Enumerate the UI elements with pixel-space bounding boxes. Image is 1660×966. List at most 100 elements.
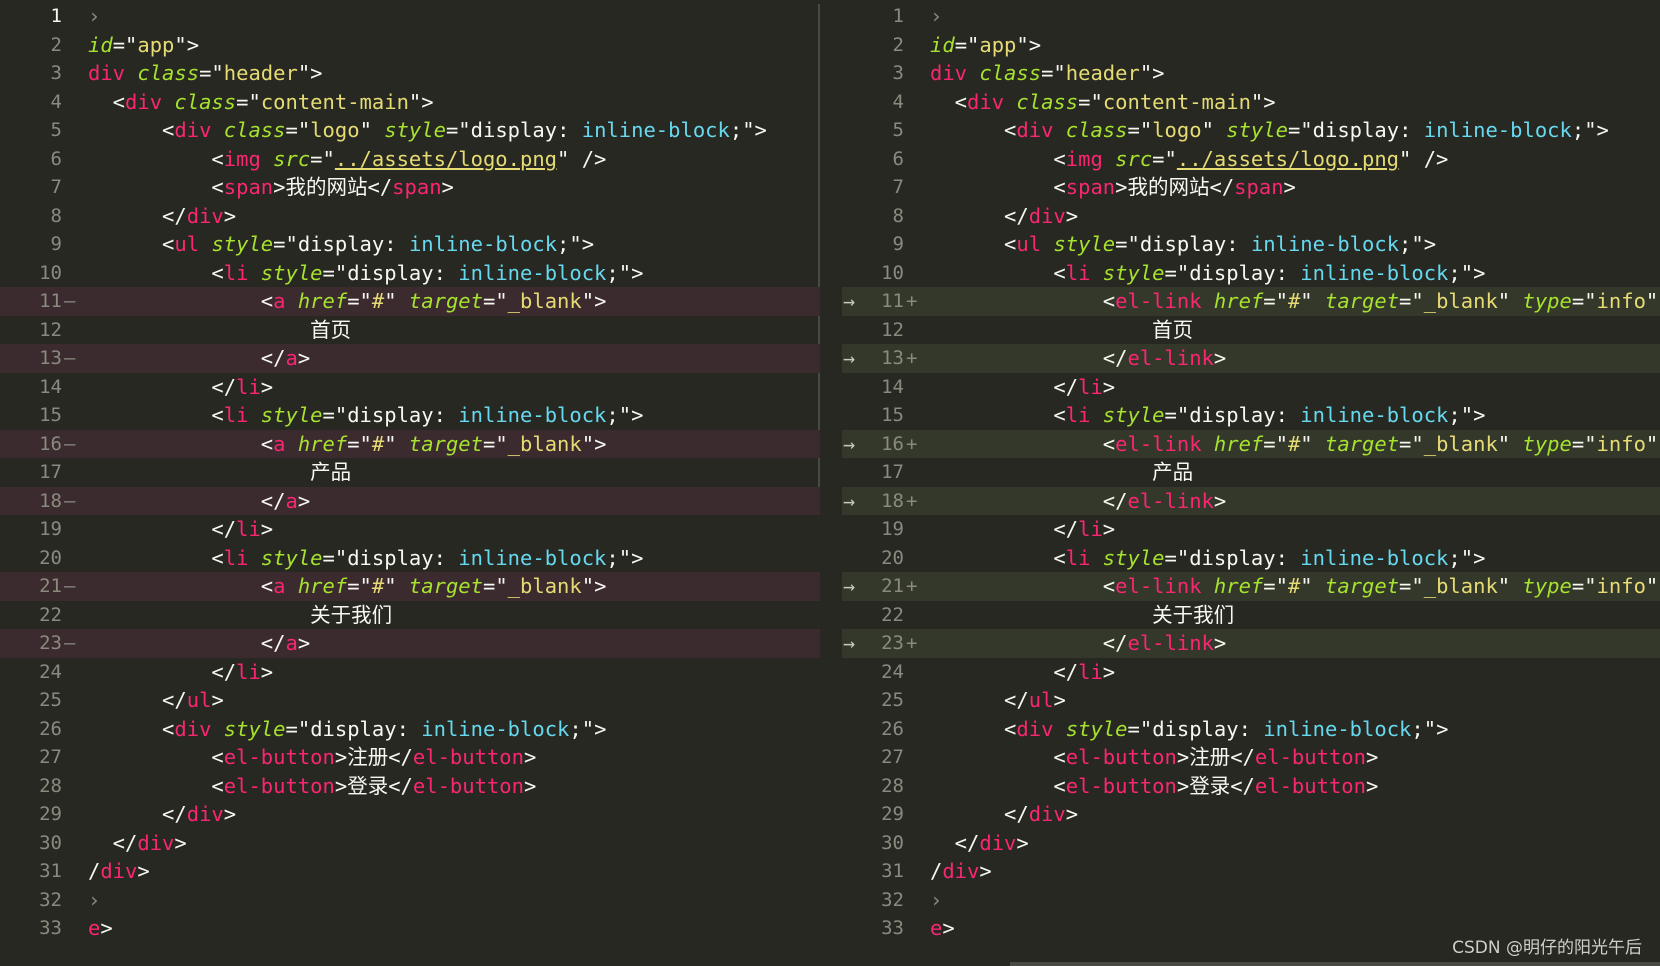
code-line[interactable]: 14 </li> [0,373,820,402]
code-line[interactable]: 6 <img src="../assets/logo.png" /> [0,145,820,174]
code-line[interactable]: 25 </ul> [0,686,820,715]
code-token: 登录 [347,773,389,798]
code-line[interactable]: 27 <el-button>注册</el-button> [842,743,1660,772]
code-line[interactable]: 13— </a> [0,344,820,373]
code-line[interactable]: 2 id="app"> [842,31,1660,60]
code-content: <el-button>登录</el-button> [88,772,536,801]
code-line[interactable]: 15 <li style="display: inline-block;"> [0,401,820,430]
code-line[interactable]: 21 + <el-link href="#" target="_blank" ty… [842,572,1660,601]
code-line[interactable]: 33 e> [0,914,820,943]
code-line[interactable]: 29 </div> [842,800,1660,829]
code-token: inline-block [1300,403,1449,427]
code-content: › [930,886,942,915]
code-line[interactable]: 28 <el-button>登录</el-button> [0,772,820,801]
code-line[interactable]: 18— </a> [0,486,820,515]
code-line[interactable]: 20 <li style="display: inline-block;"> [842,544,1660,573]
code-line[interactable]: 15 <li style="display: inline-block;"> [842,401,1660,430]
code-line[interactable]: 8 </div> [842,202,1660,231]
left-diff-pane[interactable]: 1 › 2 id="app"> 3 div class="header"> 4 <div c… [0,0,820,966]
code-line[interactable]: 29 </div> [0,800,820,829]
code-line[interactable]: 31/div> [0,857,820,886]
code-line[interactable]: 26 <div style="display: inline-block;"> [842,715,1660,744]
code-line[interactable]: 6 <img src="../assets/logo.png" /> [842,145,1660,174]
code-line[interactable]: 27 <el-button>注册</el-button> [0,743,820,772]
code-content: <span>我的网站</span> [88,173,453,202]
code-line[interactable]: 1 › [842,2,1660,31]
code-line[interactable]: 3 div class="header"> [842,59,1660,88]
code-content: e> [88,914,113,943]
code-token: div [186,203,224,228]
code-token: el-link [1127,631,1214,655]
code-line[interactable]: 31/div> [842,857,1660,886]
code-line[interactable]: 7 <span>我的网站</span> [0,173,820,202]
code-line[interactable]: 11 + <el-link href="#" target="_blank" ty… [842,287,1660,316]
code-line[interactable]: 10 <li style="display: inline-block;"> [0,259,820,288]
line-number: 32 [881,888,904,911]
line-number: 33 [39,917,62,939]
code-token: =" [954,32,980,57]
code-line[interactable]: 16— <a href="#" target="_blank"> [0,429,820,458]
merge-arrow-icon[interactable]: → [838,629,860,658]
merge-arrow-icon[interactable]: → [838,487,860,516]
code-line[interactable]: 3 div class="header"> [0,59,820,88]
horizontal-scrollbar[interactable] [1010,962,1660,966]
code-token: </ [88,631,286,655]
code-token: el-link [1127,488,1214,513]
code-token: id [930,32,955,57]
code-line[interactable]: 22 关于我们 [0,601,820,630]
code-line[interactable]: 16 + <el-link href="#" target="_blank" ty… [842,429,1660,458]
code-line[interactable]: 17 产品 [0,458,820,487]
code-line[interactable]: 13 + </el-link> [842,344,1660,373]
merge-arrow-icon[interactable]: → [838,344,860,373]
code-line[interactable]: 32 › [0,886,820,915]
right-diff-pane[interactable]: 1 › 2 id="app"> 3 div class="header"> 4 <div c… [842,0,1660,966]
code-line[interactable]: 25 </ul> [842,686,1660,715]
code-token: > [1102,517,1116,541]
code-line[interactable]: 24 </li> [0,658,820,687]
code-line[interactable]: 20 <li style="display: inline-block;"> [0,544,820,573]
code-line[interactable]: 4 <div class="content-main"> [0,88,820,117]
code-token: display [297,232,385,256]
code-line[interactable]: 28 <el-button>登录</el-button> [842,772,1660,801]
code-line[interactable]: 9 <ul style="display: inline-block;"> [0,230,820,259]
code-line[interactable]: 8 </div> [0,202,820,231]
code-token: =" [285,716,311,741]
code-line[interactable]: 26 <div style="display: inline-block;"> [0,715,820,744]
merge-arrow-icon[interactable]: → [838,430,860,459]
code-token: ul [1016,232,1054,256]
code-line[interactable]: 5 <div class="logo" style="display: inli… [842,116,1660,145]
code-line[interactable]: 23 + </el-link> [842,629,1660,658]
code-line[interactable]: 24 </li> [842,658,1660,687]
code-line[interactable]: 18 + </el-link> [842,486,1660,515]
code-content: <el-button>注册</el-button> [930,743,1378,772]
code-line[interactable]: 23— </a> [0,629,820,658]
code-line[interactable]: 12 首页 [842,316,1660,345]
code-line[interactable]: 19 </li> [842,515,1660,544]
code-line[interactable]: 4 <div class="content-main"> [842,88,1660,117]
code-token: </ [388,745,413,769]
code-line[interactable]: 30 </div> [0,829,820,858]
line-number: 16 [39,432,62,455]
code-line[interactable]: 5 <div class="logo" style="display: inli… [0,116,820,145]
code-line[interactable]: 22 关于我们 [842,601,1660,630]
code-line[interactable]: 2 id="app"> [0,31,820,60]
code-line[interactable]: 7 <span>我的网站</span> [842,173,1660,202]
code-line[interactable]: 21— <a href="#" target="_blank"> [0,572,820,601]
merge-arrow-icon[interactable]: → [838,572,860,601]
merge-arrow-icon[interactable]: → [838,287,860,316]
code-line[interactable]: 30 </div> [842,829,1660,858]
code-token: # [371,289,385,313]
code-line[interactable]: 17 产品 [842,458,1660,487]
code-token: </ [930,631,1128,655]
code-line[interactable]: 9 <ul style="display: inline-block;"> [842,230,1660,259]
code-token: > [297,631,311,655]
code-line[interactable]: 14 </li> [842,373,1660,402]
code-token: li [1078,659,1103,684]
code-line[interactable]: 19 </li> [0,515,820,544]
code-line[interactable]: 12 首页 [0,316,820,345]
code-line[interactable]: 32 › [842,886,1660,915]
code-line[interactable]: 11— <a href="#" target="_blank"> [0,287,820,316]
code-line[interactable]: 10 <li style="display: inline-block;"> [842,259,1660,288]
code-line[interactable]: 1 › [0,2,820,31]
